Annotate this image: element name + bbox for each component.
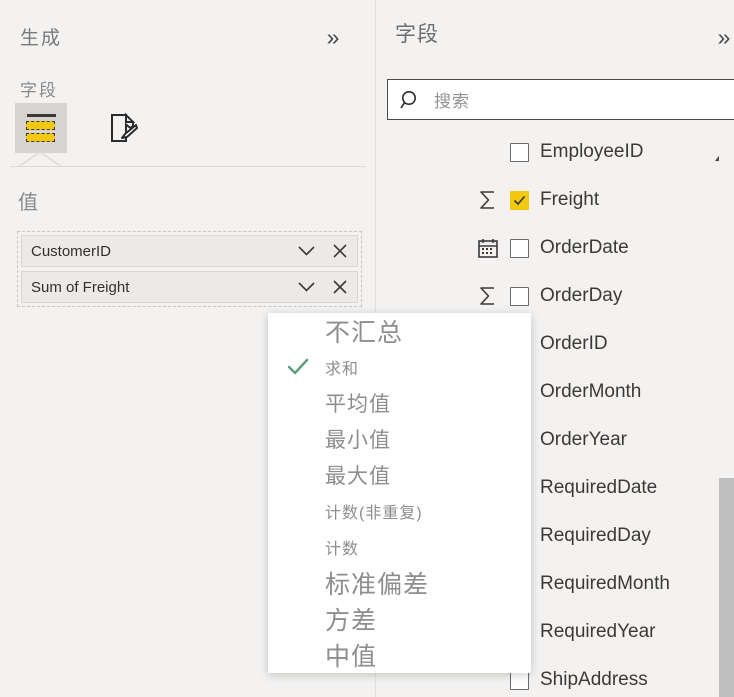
value-chip-sum-of-freight[interactable]: Sum of Freight [21,271,358,303]
panel-divider [10,166,366,167]
field-checkbox[interactable] [510,142,529,162]
field-list-scrollbar-thumb[interactable] [719,478,734,697]
aggregation-menu-item-label: 平均值 [325,393,391,416]
field-label: RequiredDate [540,477,658,498]
checkmark-icon [286,355,310,379]
field-label: EmployeeID [540,141,644,162]
field-label: Freight [540,189,600,210]
sigma-icon [476,284,500,308]
aggregation-dropdown-menu[interactable]: 不汇总求和平均值最小值最大值计数(非重复) 计数标准偏差方差中值 [268,313,531,673]
aggregation-menu-item[interactable]: 中值 [268,637,531,673]
field-checkbox[interactable] [510,238,529,258]
selected-tab-caret [18,152,62,167]
field-label: RequiredYear [540,621,656,642]
right-panel-header: 字段 » [395,22,733,56]
close-icon [333,280,347,294]
field-label: OrderMonth [540,381,642,402]
field-row[interactable]: EmployeeID [377,128,734,176]
aggregation-menu-item[interactable]: 计数(非重复) [268,493,531,529]
field-label: OrderDate [540,237,629,258]
aggregation-menu-item[interactable]: 最小值 [268,421,531,457]
tab-fields[interactable] [15,103,67,153]
aggregation-menu-item-label: 最小值 [325,429,391,452]
aggregation-menu-item[interactable]: 标准偏差 [268,565,531,601]
visualization-tab-strip [12,103,362,155]
value-chip-dropdown-button[interactable] [289,272,323,302]
collapse-right-panel-button[interactable]: » [707,22,734,52]
field-checkbox[interactable] [510,670,529,690]
right-panel-title: 字段 [395,23,439,46]
field-label: OrderID [540,333,608,354]
left-panel-title: 生成 [20,28,63,49]
chevron-down-icon [297,246,315,256]
chevron-down-icon [297,282,315,292]
field-label: RequiredDay [540,525,651,546]
aggregation-menu-item[interactable]: 方差 [268,601,531,637]
search-input[interactable]: 搜索 [387,79,734,120]
field-row[interactable]: Freight [377,176,734,224]
field-checkbox-checked[interactable] [510,190,529,210]
aggregation-menu-item-label: 标准偏差 [325,571,430,599]
aggregation-menu-item-label: 方差 [325,607,378,635]
aggregation-menu-item[interactable]: 不汇总 [268,313,531,349]
aggregation-menu-item[interactable]: 平均值 [268,385,531,421]
aggregation-menu-item-label: 计数 [325,541,360,558]
left-panel-header: 生成 » [20,25,356,58]
field-label: ShipAddress [540,669,648,690]
field-label: OrderDay [540,285,623,306]
paintbrush-format-icon [107,112,139,144]
aggregation-menu-item-label: 中值 [325,643,378,671]
left-panel-subtitle: 字段 [20,81,58,100]
aggregation-menu-item[interactable]: 计数 [268,529,531,565]
aggregation-menu-item-label: 求和 [325,361,360,378]
checkmark-icon [513,195,526,205]
value-chip-customerid[interactable]: CustomerID [21,235,358,267]
aggregation-menu-item-label: 不汇总 [325,319,404,347]
value-chip-label: Sum of Freight [31,278,130,296]
field-row[interactable]: OrderDate [377,224,734,272]
collapse-left-panel-button[interactable]: » [316,22,350,52]
values-well-label: 值 [18,192,40,214]
aggregation-menu-item-label: 计数(非重复) [325,505,423,522]
sigma-icon [476,188,500,212]
field-label: RequiredMonth [540,573,670,594]
value-chip-label: CustomerID [31,242,112,260]
calendar-icon [476,236,500,260]
tab-format[interactable] [97,103,149,153]
value-chip-dropdown-button[interactable] [289,236,323,266]
field-label: OrderYear [540,429,627,450]
field-checkbox[interactable] [510,286,529,306]
search-icon [388,89,434,111]
aggregation-menu-item-label: 最大值 [325,465,391,488]
values-well[interactable]: CustomerID Sum of Freight [17,231,362,307]
value-chip-remove-button[interactable] [323,236,357,266]
close-icon [333,244,347,258]
value-chip-remove-button[interactable] [323,272,357,302]
table-fields-icon [25,113,58,143]
aggregation-menu-item[interactable]: 最大值 [268,457,531,493]
chevron-double-right-icon: » [717,23,731,50]
aggregation-menu-item[interactable]: 求和 [268,349,531,385]
chevron-double-right-icon: » [326,23,340,50]
search-placeholder: 搜索 [434,92,470,111]
